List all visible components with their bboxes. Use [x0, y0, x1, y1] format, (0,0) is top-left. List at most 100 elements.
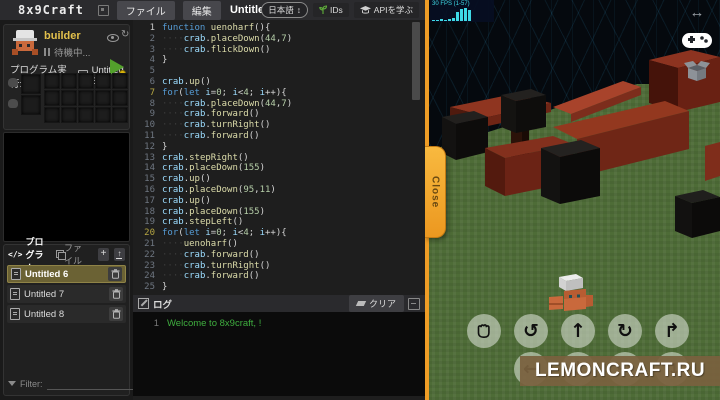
held-item-slot[interactable]: [21, 95, 41, 115]
code-line[interactable]: 20 for(let i=0; i<4; i++){: [133, 228, 425, 239]
inventory-cell[interactable]: [112, 90, 128, 106]
file-row[interactable]: Untitled 8: [7, 305, 126, 323]
code-line[interactable]: 2 ····crab.placeDown(44,7): [133, 34, 425, 45]
delete-file-button[interactable]: [109, 307, 123, 321]
code-line[interactable]: 5: [133, 66, 425, 77]
inventory-cell[interactable]: [78, 107, 94, 123]
character-panel: builder ↻ 待機中... プログラム実行: Untitled 6: [3, 24, 130, 130]
inventory-cell[interactable]: [78, 73, 94, 89]
upload-program-button[interactable]: ↑: [114, 247, 125, 261]
program-file-icon: [10, 308, 20, 320]
resize-horizontal-icon[interactable]: ↔: [690, 5, 705, 20]
control-rotate-ccw-button[interactable]: ↺: [514, 314, 548, 348]
code-line[interactable]: 15 crab.up(): [133, 174, 425, 185]
edit-menu-button[interactable]: 編集: [182, 0, 221, 20]
control-turn-up-button[interactable]: ↱: [655, 314, 689, 348]
game-controls-row1: ↺ ↑ ↻ ↱: [467, 314, 689, 348]
editor-scrollbar[interactable]: [412, 22, 420, 100]
tab-file-label: ファイル: [64, 243, 83, 266]
learn-api-button[interactable]: APIを学ぶ: [353, 2, 419, 18]
code-line[interactable]: 1 function uenoharf(){: [133, 23, 425, 34]
line-number: 13: [144, 152, 155, 163]
code-line[interactable]: 14 crab.placeDown(155): [133, 163, 425, 174]
inventory-cell[interactable]: [112, 107, 128, 123]
log-clear-label: クリア: [368, 299, 396, 309]
held-item-slot[interactable]: [21, 74, 41, 94]
code-text: crab.up(): [162, 174, 211, 185]
file-row[interactable]: Untitled 7: [7, 285, 126, 303]
status-text: 待機中...: [54, 48, 91, 59]
delete-file-button[interactable]: [109, 287, 123, 301]
add-program-button[interactable]: +: [98, 247, 109, 261]
code-line[interactable]: 17 crab.up(): [133, 196, 425, 207]
log-title: ログ: [153, 299, 173, 311]
watermark-text: LEMONCRAFT.RU: [534, 360, 706, 381]
line-number: 4: [149, 55, 155, 66]
code-text: }: [162, 55, 168, 66]
inventory-cell[interactable]: [95, 107, 111, 123]
code-line[interactable]: 19 crab.stepLeft(): [133, 217, 425, 228]
code-line[interactable]: 22 ····crab.forward(): [133, 250, 425, 261]
control-rotate-cw-button[interactable]: ↻: [608, 314, 642, 348]
code-text: for(let i=0; i<4; i++){: [162, 87, 287, 98]
tab-file[interactable]: ファイル: [55, 241, 88, 267]
code-line[interactable]: 13 crab.stepRight(): [133, 153, 425, 164]
code-line[interactable]: 12}: [133, 142, 425, 153]
ids-button[interactable]: IDs: [313, 3, 349, 17]
code-line[interactable]: 25}: [133, 282, 425, 293]
inventory-cell[interactable]: [61, 107, 77, 123]
inventory-cell[interactable]: [44, 73, 60, 89]
code-line[interactable]: 7 for(let i=0; i<4; i++){: [133, 88, 425, 99]
code-text: crab.stepRight(): [162, 152, 249, 163]
code-line[interactable]: 9 ····crab.forward(): [133, 109, 425, 120]
control-hand-button[interactable]: [467, 314, 501, 348]
delete-file-button[interactable]: [108, 267, 122, 281]
fps-label: 30 FPS (1-57): [432, 1, 470, 7]
file-row[interactable]: Untitled 6: [7, 265, 126, 283]
inventory-cell[interactable]: [95, 90, 111, 106]
code-text: for(let i=0; i<4; i++){: [162, 228, 287, 239]
file-menu-button[interactable]: ファイル: [116, 0, 175, 20]
inventory-cell[interactable]: [112, 73, 128, 89]
inventory-cell[interactable]: [61, 90, 77, 106]
code-text: crab.up(): [162, 76, 211, 87]
log-clear-button[interactable]: クリア: [348, 295, 404, 312]
visibility-eye-icon[interactable]: [107, 34, 119, 42]
code-line[interactable]: 24 ····crab.forward(): [133, 271, 425, 282]
file-name: Untitled 7: [24, 288, 65, 300]
box-icon[interactable]: [684, 60, 710, 82]
control-up-button[interactable]: ↑: [561, 314, 595, 348]
code-editor[interactable]: 1 function uenoharf(){2 ····crab.placeDown…: [133, 20, 425, 295]
inventory-cell[interactable]: [44, 107, 60, 123]
log-line-number: 1: [153, 318, 159, 329]
code-line[interactable]: 4}: [133, 55, 425, 66]
inventory-cell[interactable]: [95, 73, 111, 89]
filter-row: Filter: ×: [8, 377, 177, 390]
log-body[interactable]: 1 Welcome to 8x9craft, !: [133, 312, 425, 396]
gamepad-icon[interactable]: [682, 29, 712, 51]
line-number: 18: [144, 206, 155, 217]
game-viewport[interactable]: 30 FPS (1-57) ↔ ↺↑↻↱ ←↓→↴ LEMONCRAFT.RU: [425, 0, 720, 400]
log-collapse-icon[interactable]: [408, 297, 420, 310]
code-line[interactable]: 21 ····uenoharf(): [133, 239, 425, 250]
close-panel-button[interactable]: Close: [425, 146, 446, 238]
code-line[interactable]: 10 ····crab.turnRight(): [133, 120, 425, 131]
rotate-icon[interactable]: ↻: [121, 29, 129, 40]
inventory-cell[interactable]: [44, 90, 60, 106]
filter-label: Filter:: [20, 378, 43, 389]
log-message: Welcome to 8x9craft, !: [167, 318, 262, 329]
inventory-cell[interactable]: [61, 73, 77, 89]
code-line[interactable]: 16 crab.placeDown(95,11): [133, 185, 425, 196]
language-select[interactable]: 日本語 ↕: [261, 2, 309, 18]
code-line[interactable]: 6 crab.up(): [133, 77, 425, 88]
inventory-cell[interactable]: [78, 90, 94, 106]
sidebar-toggle-icon[interactable]: [97, 4, 109, 16]
character-preview-viewport[interactable]: [3, 132, 130, 242]
code-line[interactable]: 8 ····crab.placeDown(44,7): [133, 99, 425, 110]
language-value: 日本語: [268, 5, 294, 15]
code-line[interactable]: 18 crab.placeDown(155): [133, 207, 425, 218]
code-line[interactable]: 3 ····crab.flickDown(): [133, 45, 425, 56]
code-text: ····crab.forward(): [162, 271, 260, 282]
code-line[interactable]: 23 ····crab.turnRight(): [133, 261, 425, 272]
code-line[interactable]: 11 ····crab.forward(): [133, 131, 425, 142]
